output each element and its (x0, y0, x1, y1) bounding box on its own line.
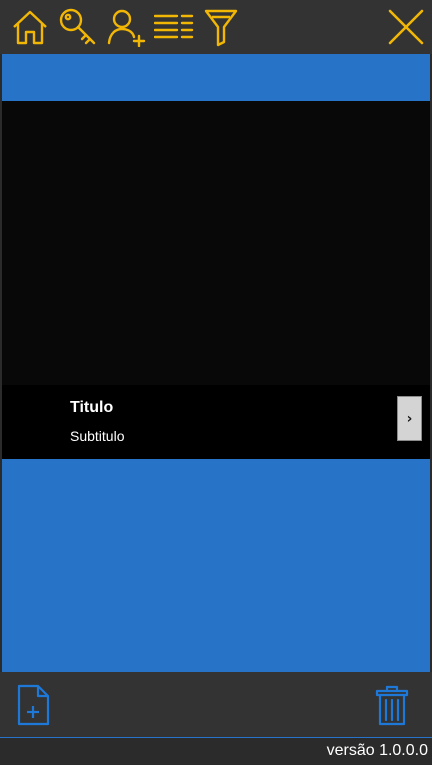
bottom-toolbar (0, 672, 432, 737)
card-subtitle: Subtitulo (70, 428, 125, 444)
new-file-icon[interactable] (16, 684, 52, 726)
list-icon[interactable] (154, 7, 194, 47)
card-title: Titulo (70, 399, 114, 416)
top-toolbar (0, 0, 432, 54)
app-window: Titulo Subtitulo › versão 1.0.0.0 (0, 0, 432, 765)
filter-icon[interactable] (202, 7, 242, 47)
card-caption: Titulo Subtitulo › (2, 385, 430, 459)
key-icon[interactable] (58, 7, 98, 47)
close-icon[interactable] (386, 7, 426, 47)
trash-icon[interactable] (374, 684, 410, 726)
version-label: versão 1.0.0.0 (326, 742, 428, 759)
footer: versão 1.0.0.0 (0, 737, 432, 765)
add-user-icon[interactable] (106, 7, 146, 47)
card-item[interactable]: Titulo Subtitulo › (2, 101, 430, 459)
chevron-right-icon: › (406, 410, 413, 427)
home-icon[interactable] (10, 7, 50, 47)
next-button[interactable]: › (397, 396, 422, 441)
